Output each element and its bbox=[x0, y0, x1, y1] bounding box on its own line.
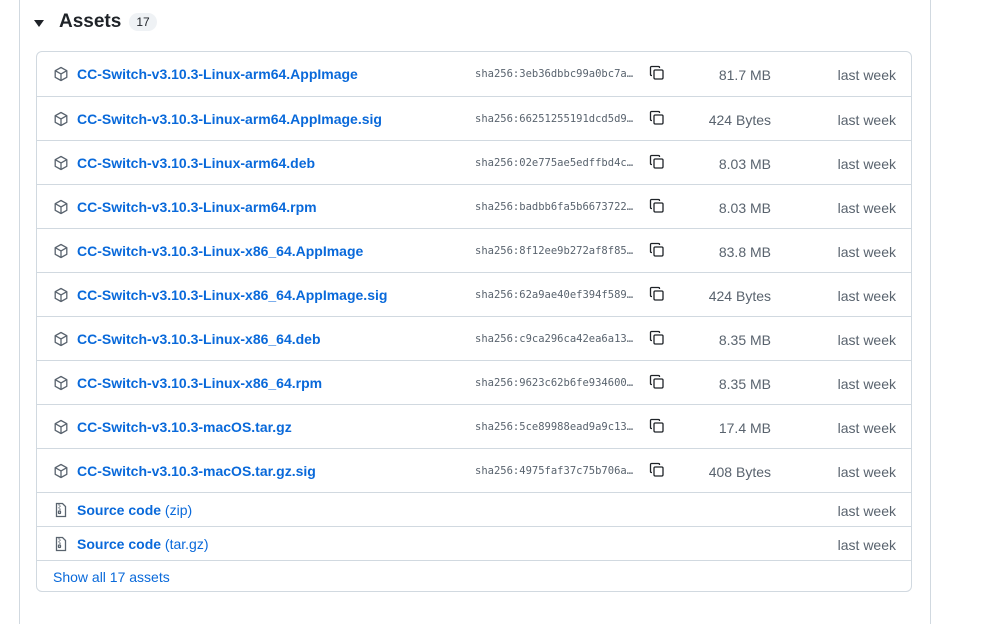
asset-name-link[interactable]: CC-Switch-v3.10.3-Linux-x86_64.AppImage bbox=[77, 243, 363, 259]
asset-row: CC-Switch-v3.10.3-Linux-x86_64.AppImage s… bbox=[37, 228, 911, 272]
source-code-link[interactable]: Source code (tar.gz) bbox=[77, 536, 209, 552]
source-updated: last week bbox=[837, 537, 896, 553]
asset-updated: last week bbox=[837, 464, 896, 480]
assets-list: CC-Switch-v3.10.3-Linux-arm64.AppImage sh… bbox=[36, 51, 912, 592]
package-icon bbox=[53, 199, 69, 215]
package-icon bbox=[53, 111, 69, 127]
asset-updated: last week bbox=[837, 112, 896, 128]
copy-icon[interactable] bbox=[649, 462, 665, 478]
asset-row: CC-Switch-v3.10.3-Linux-arm64.AppImage sh… bbox=[37, 52, 911, 96]
asset-name-link[interactable]: CC-Switch-v3.10.3-Linux-arm64.deb bbox=[77, 155, 315, 171]
asset-size: 408 Bytes bbox=[708, 464, 771, 480]
source-code-format: (tar.gz) bbox=[164, 536, 209, 552]
source-row: Source code (tar.gz) last week bbox=[37, 526, 911, 560]
asset-name-link[interactable]: CC-Switch-v3.10.3-Linux-arm64.AppImage.s… bbox=[77, 111, 382, 127]
asset-sha256: sha256:66251255191dcd5d9… bbox=[475, 113, 634, 125]
copy-icon[interactable] bbox=[649, 65, 665, 81]
asset-name-link[interactable]: CC-Switch-v3.10.3-macOS.tar.gz.sig bbox=[77, 463, 316, 479]
source-code-link[interactable]: Source code (zip) bbox=[77, 502, 192, 518]
show-all-assets-link[interactable]: Show all 17 assets bbox=[53, 569, 170, 585]
asset-row: CC-Switch-v3.10.3-macOS.tar.gz.sig sha256… bbox=[37, 448, 911, 492]
asset-row: CC-Switch-v3.10.3-macOS.tar.gz sha256:5ce… bbox=[37, 404, 911, 448]
asset-sha256: sha256:5ce89988ead9a9c13… bbox=[475, 421, 634, 433]
asset-row: CC-Switch-v3.10.3-Linux-x86_64.AppImage.… bbox=[37, 272, 911, 316]
asset-row: CC-Switch-v3.10.3-Linux-x86_64.deb sha256… bbox=[37, 316, 911, 360]
package-icon bbox=[53, 419, 69, 435]
copy-icon[interactable] bbox=[649, 198, 665, 214]
package-icon bbox=[53, 243, 69, 259]
package-icon bbox=[53, 331, 69, 347]
asset-row: CC-Switch-v3.10.3-Linux-arm64.AppImage.s… bbox=[37, 96, 911, 140]
asset-size: 8.03 MB bbox=[718, 200, 771, 216]
copy-icon[interactable] bbox=[649, 154, 665, 170]
asset-sha256: sha256:3eb36dbbc99a0bc7a… bbox=[475, 68, 634, 80]
triangle-down-icon[interactable] bbox=[34, 19, 44, 27]
package-icon bbox=[53, 375, 69, 391]
asset-size: 17.4 MB bbox=[718, 420, 771, 436]
asset-sha256: sha256:4975faf37c75b706a… bbox=[475, 465, 634, 477]
asset-sha256: sha256:badbb6fa5b6673722… bbox=[475, 201, 634, 213]
asset-size: 83.8 MB bbox=[718, 244, 771, 260]
assets-header[interactable]: Assets 17 bbox=[34, 8, 157, 36]
asset-size: 81.7 MB bbox=[718, 67, 771, 83]
asset-name-link[interactable]: CC-Switch-v3.10.3-macOS.tar.gz bbox=[77, 419, 292, 435]
asset-row: CC-Switch-v3.10.3-Linux-arm64.rpm sha256:… bbox=[37, 184, 911, 228]
page-border-left bbox=[19, 0, 20, 624]
asset-row: CC-Switch-v3.10.3-Linux-x86_64.rpm sha256… bbox=[37, 360, 911, 404]
package-icon bbox=[53, 66, 69, 82]
asset-updated: last week bbox=[837, 67, 896, 83]
asset-updated: last week bbox=[837, 288, 896, 304]
asset-updated: last week bbox=[837, 156, 896, 172]
asset-size: 424 Bytes bbox=[708, 112, 771, 128]
asset-sha256: sha256:02e775ae5edffbd4c… bbox=[475, 157, 634, 169]
package-icon bbox=[53, 463, 69, 479]
source-updated: last week bbox=[837, 503, 896, 519]
source-code-format: (zip) bbox=[164, 502, 193, 518]
asset-size: 8.03 MB bbox=[718, 156, 771, 172]
copy-icon[interactable] bbox=[649, 286, 665, 302]
package-icon bbox=[53, 155, 69, 171]
asset-sha256: sha256:8f12ee9b272af8f85… bbox=[475, 245, 634, 257]
asset-sha256: sha256:9623c62b6fe934600… bbox=[475, 377, 634, 389]
source-row: Source code (zip) last week bbox=[37, 492, 911, 526]
source-code-label: Source code bbox=[77, 502, 162, 518]
asset-size: 8.35 MB bbox=[718, 376, 771, 392]
asset-count-badge: 17 bbox=[129, 13, 157, 31]
show-all-row: Show all 17 assets bbox=[37, 560, 911, 591]
asset-name-link[interactable]: CC-Switch-v3.10.3-Linux-arm64.rpm bbox=[77, 199, 317, 215]
asset-updated: last week bbox=[837, 420, 896, 436]
asset-size: 424 Bytes bbox=[708, 288, 771, 304]
section-title: Assets bbox=[59, 11, 122, 32]
asset-row: CC-Switch-v3.10.3-Linux-arm64.deb sha256:… bbox=[37, 140, 911, 184]
copy-icon[interactable] bbox=[649, 330, 665, 346]
copy-icon[interactable] bbox=[649, 110, 665, 126]
page-border-right bbox=[930, 0, 931, 624]
asset-name-link[interactable]: CC-Switch-v3.10.3-Linux-x86_64.deb bbox=[77, 331, 321, 347]
asset-sha256: sha256:c9ca296ca42ea6a13… bbox=[475, 333, 634, 345]
copy-icon[interactable] bbox=[649, 242, 665, 258]
asset-updated: last week bbox=[837, 244, 896, 260]
asset-name-link[interactable]: CC-Switch-v3.10.3-Linux-x86_64.AppImage.… bbox=[77, 287, 387, 303]
asset-sha256: sha256:62a9ae40ef394f589… bbox=[475, 289, 634, 301]
asset-updated: last week bbox=[837, 200, 896, 216]
copy-icon[interactable] bbox=[649, 418, 665, 434]
asset-size: 8.35 MB bbox=[718, 332, 771, 348]
asset-updated: last week bbox=[837, 376, 896, 392]
source-code-label: Source code bbox=[77, 536, 162, 552]
asset-updated: last week bbox=[837, 332, 896, 348]
copy-icon[interactable] bbox=[649, 374, 665, 390]
package-icon bbox=[53, 287, 69, 303]
asset-name-link[interactable]: CC-Switch-v3.10.3-Linux-arm64.AppImage bbox=[77, 66, 358, 82]
file-zip-icon bbox=[53, 536, 69, 552]
file-zip-icon bbox=[53, 502, 69, 518]
asset-name-link[interactable]: CC-Switch-v3.10.3-Linux-x86_64.rpm bbox=[77, 375, 322, 391]
